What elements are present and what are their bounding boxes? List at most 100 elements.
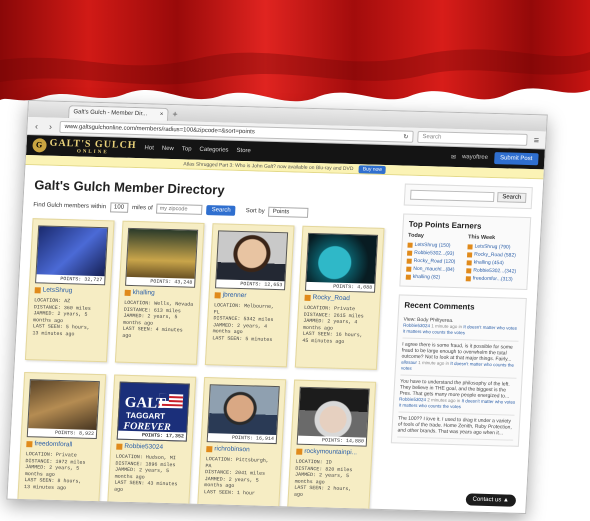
member-name[interactable]: Rocky_Road: [312, 294, 350, 302]
back-icon[interactable]: ‹: [31, 121, 42, 131]
member-points: POINTS: 8,922: [27, 428, 97, 439]
rank-badge-icon: [124, 289, 131, 296]
member-finder: Find Gulch members within 100 miles of S…: [33, 200, 393, 220]
member-photo[interactable]: POINTS: 43,248: [125, 227, 199, 288]
comment-user[interactable]: Robbie53024: [399, 396, 426, 402]
sidebar-search-input[interactable]: [410, 189, 495, 203]
earner-item[interactable]: khalling (82): [405, 273, 462, 283]
browser-window: Galt's Gulch - Member Dir... × + ‹ › www…: [6, 100, 548, 515]
new-tab-icon[interactable]: +: [172, 108, 178, 121]
rank-badge-icon: [214, 291, 221, 298]
member-name[interactable]: richrobinson: [214, 445, 250, 453]
zipcode-input[interactable]: [156, 203, 203, 215]
member-card[interactable]: POINTS: 32,727 LetsShrug LOCATION: AZ DI…: [24, 218, 115, 363]
member-points: POINTS: 32,727: [36, 274, 105, 285]
member-name[interactable]: jbrenner: [222, 292, 246, 300]
member-photo[interactable]: POINTS: 12,653: [215, 230, 289, 291]
info-line: 13 minutes ago: [23, 484, 67, 492]
forward-icon[interactable]: ›: [45, 121, 56, 131]
member-grid: POINTS: 32,727 LetsShrug LOCATION: AZ DI…: [16, 218, 393, 515]
sidebar-search-button[interactable]: Search: [496, 192, 527, 203]
sort-label: Sort by: [245, 208, 265, 215]
comment-time: 1 minute ago in: [431, 323, 463, 330]
comment-item[interactable]: View: Body Philtyerea. Robbie53024 1 min…: [402, 313, 520, 342]
rank-badge-icon: [304, 294, 311, 301]
member-photo[interactable]: POINTS: 14,880: [296, 386, 370, 447]
nav-top[interactable]: Top: [182, 146, 192, 152]
member-name[interactable]: rockymountainpi...: [304, 448, 357, 456]
member-points: POINTS: 14,880: [297, 435, 367, 446]
comment-user[interactable]: allosaur: [401, 360, 417, 365]
search-button[interactable]: Search: [206, 205, 236, 216]
rank-badge-icon: [407, 242, 413, 248]
member-card[interactable]: POINTS: 43,248 khalling LOCATION: Wells,…: [114, 220, 205, 365]
member-name[interactable]: khalling: [133, 289, 155, 297]
member-photo[interactable]: POINTS: 4,088: [304, 232, 379, 293]
member-photo[interactable]: POINTS: 32,727: [35, 225, 109, 286]
rank-badge-icon: [465, 275, 471, 281]
chevron-up-icon: ▲: [502, 497, 510, 504]
browser-search-input[interactable]: Search: [417, 130, 528, 146]
red-curtain-image: [0, 0, 590, 102]
member-info: LOCATION: Melbourne, FL DISTANCE: 5342 m…: [212, 302, 284, 343]
contact-us-button[interactable]: Contact us ▲: [465, 493, 517, 507]
member-photo[interactable]: GALT TAGGART FOREVER POINTS: 17,352: [116, 381, 190, 442]
site-logo[interactable]: G GALT'S GULCH ONLINE: [32, 137, 137, 156]
member-info: LOCATION: Private DISTANCE: 1972 miles J…: [24, 451, 96, 492]
member-card[interactable]: GALT TAGGART FOREVER POINTS: 17,352 Robb…: [106, 374, 197, 515]
earner-name[interactable]: freedomfor...(313): [473, 274, 513, 283]
browser-tab[interactable]: Galt's Gulch - Member Dir... ×: [68, 105, 169, 121]
member-info: LOCATION: AZ DISTANCE: 360 miles JAMMED:…: [32, 297, 104, 338]
rank-badge-icon: [116, 443, 123, 450]
comment-item[interactable]: You have to understand the philosophy of…: [398, 375, 517, 416]
member-photo[interactable]: POINTS: 8,922: [26, 379, 100, 440]
member-card[interactable]: POINTS: 12,653 jbrenner LOCATION: Melbou…: [204, 223, 295, 368]
member-card[interactable]: POINTS: 14,880 rockymountainpi... LOCATI…: [286, 379, 377, 515]
member-card[interactable]: POINTS: 4,088 Rocky_Road LOCATION: Priva…: [294, 225, 385, 370]
member-name[interactable]: Robbie53024: [124, 443, 163, 451]
rank-badge-icon: [296, 448, 303, 455]
earner-name[interactable]: khalling (82): [413, 273, 441, 282]
contact-us-label: Contact us: [472, 496, 502, 504]
comment-item[interactable]: The 100?? I love it. I used to drag it u…: [397, 412, 515, 441]
svg-text:GALT: GALT: [124, 395, 166, 412]
member-card[interactable]: POINTS: 8,922 freedomforall LOCATION: Pr…: [16, 372, 107, 515]
miles-of-label: miles of: [131, 204, 153, 212]
notification-icon[interactable]: ✉: [451, 153, 456, 160]
member-name[interactable]: LetsShrug: [43, 286, 73, 294]
comment-time: 1 minute ago in: [418, 360, 450, 366]
member-points: POINTS: 12,653: [216, 279, 285, 290]
top-earners-title: Top Points Earners: [408, 219, 482, 231]
logo-emblem-icon: G: [32, 138, 47, 153]
earner-item[interactable]: freedomfor...(313): [465, 274, 522, 284]
submit-post-button[interactable]: Submit Post: [493, 152, 539, 166]
sort-select[interactable]: Points: [268, 206, 309, 218]
member-card[interactable]: POINTS: 16,914 richrobinson LOCATION: Pi…: [196, 377, 287, 515]
username[interactable]: wayoftree: [462, 154, 488, 161]
nav-hot[interactable]: Hot: [144, 145, 154, 151]
comment-user[interactable]: Robbie53024: [403, 323, 430, 329]
comment-item[interactable]: I agree there is some fraud, is it possi…: [400, 338, 519, 379]
member-info: LOCATION: ID DISTANCE: 820 miles JAMMED:…: [294, 459, 366, 500]
earners-today-label: Today: [407, 232, 425, 240]
reload-icon[interactable]: ↻: [403, 133, 408, 140]
page-content: Galt's Gulch Member Directory Find Gulch…: [8, 164, 544, 515]
earners-week: This Week LetsShrug (790) Rocky_Road (58…: [465, 234, 525, 284]
nav-categories[interactable]: Categories: [199, 147, 228, 154]
member-points: POINTS: 4,088: [306, 281, 375, 292]
nav-new[interactable]: New: [162, 146, 174, 152]
member-info: LOCATION: Wells, Nevada DISTANCE: 613 mi…: [122, 300, 194, 341]
recent-comments-panel: Recent Comments View: Body Philtyerea. R…: [390, 294, 527, 447]
buy-now-button[interactable]: Buy now: [358, 165, 387, 175]
member-info: LOCATION: Pittsburgh, PA DISTANCE: 2041 …: [204, 456, 276, 497]
member-name[interactable]: freedomforall: [34, 440, 72, 448]
member-info: LOCATION: Private DISTANCE: 2615 miles J…: [302, 305, 374, 346]
member-photo[interactable]: POINTS: 16,914: [206, 384, 280, 445]
tab-title: Galt's Gulch - Member Dir...: [73, 109, 148, 118]
member-points: POINTS: 17,352: [117, 430, 187, 441]
radius-select[interactable]: 100: [109, 202, 129, 213]
rank-badge-icon: [407, 250, 413, 256]
menu-icon[interactable]: ≡: [531, 135, 542, 145]
tab-close-icon[interactable]: ×: [160, 112, 164, 118]
nav-store[interactable]: Store: [236, 148, 251, 154]
